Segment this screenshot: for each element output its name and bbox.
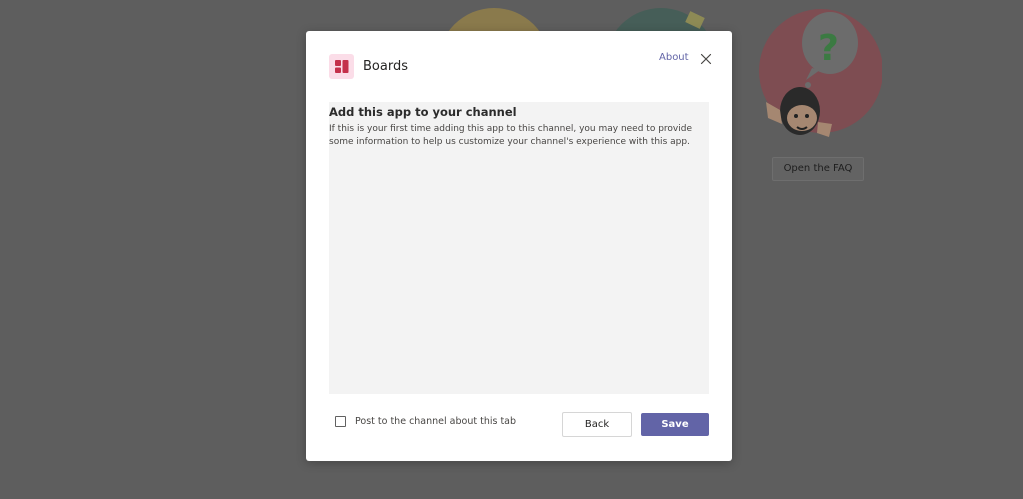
configuration-content: Add this app to your channel If this is … xyxy=(329,102,709,394)
open-faq-button[interactable]: Open the FAQ xyxy=(772,157,864,181)
boards-icon xyxy=(329,54,354,79)
close-icon[interactable] xyxy=(699,51,713,65)
post-to-channel-checkbox[interactable] xyxy=(335,416,346,427)
content-description: If this is your first time adding this a… xyxy=(329,124,692,147)
back-button[interactable]: Back xyxy=(562,412,632,437)
faq-illustration: ? xyxy=(759,9,882,137)
post-to-channel-label: Post to the channel about this tab xyxy=(355,416,517,427)
save-button[interactable]: Save xyxy=(641,413,709,436)
content-heading: Add this app to your channel xyxy=(329,105,517,119)
svg-text:?: ? xyxy=(818,28,839,69)
app-title: Boards xyxy=(363,59,408,74)
about-link[interactable]: About xyxy=(659,52,689,63)
add-app-dialog: Boards About Add this app to your channe… xyxy=(306,31,732,461)
